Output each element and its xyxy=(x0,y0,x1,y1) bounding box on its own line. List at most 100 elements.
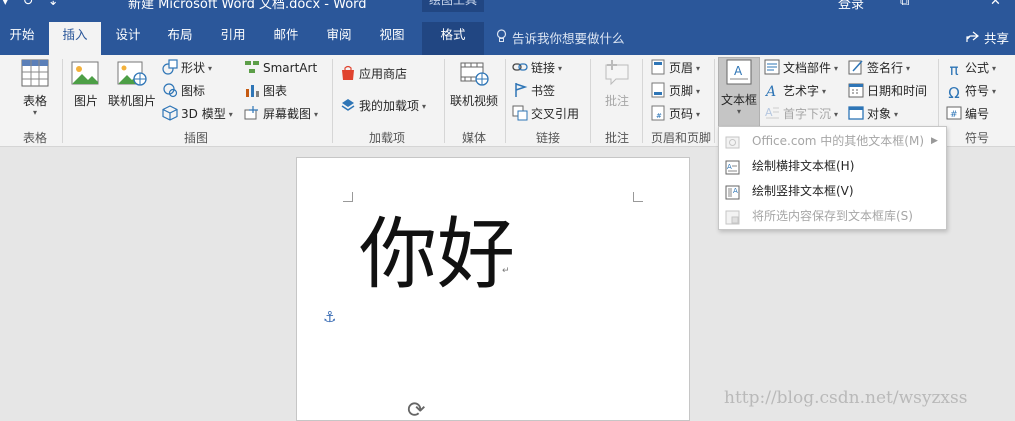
svg-text:#: # xyxy=(656,112,662,120)
bookmark-button[interactable]: 书签 xyxy=(512,81,555,101)
chart-button[interactable]: 图表 xyxy=(244,81,287,101)
margin-corner-mark xyxy=(343,192,353,202)
menu-item-draw-vertical-textbox[interactable]: A 绘制竖排文本框(V) xyxy=(719,179,946,204)
smartart-label: SmartArt xyxy=(263,61,318,75)
smartart-button[interactable]: SmartArt xyxy=(244,58,317,78)
tab-insert[interactable]: 插入 xyxy=(49,22,101,55)
signature-icon xyxy=(848,59,864,75)
chevron-down-icon: ▾ xyxy=(834,110,839,119)
customize-dropdown-icon[interactable]: ▾ xyxy=(2,0,9,9)
menu-item-label: 绘制横排文本框(H) xyxy=(752,159,855,173)
tab-references[interactable]: 引用 xyxy=(211,28,255,55)
tab-view[interactable]: 视图 xyxy=(370,28,414,55)
page-number-button[interactable]: # 页码 ▾ xyxy=(650,104,700,124)
document-text[interactable]: 你好 xyxy=(359,210,515,300)
redo-icon[interactable]: ↻ xyxy=(23,0,34,9)
quick-access-more-icon[interactable]: ⇣ xyxy=(48,0,59,9)
document-page[interactable]: 你好 ↵ ⚓ ⟳ xyxy=(296,157,690,421)
chevron-down-icon: ▾ xyxy=(696,87,701,96)
textbox-button[interactable]: A 文本框 ▾ xyxy=(718,57,760,127)
wordart-button[interactable]: A 艺术字 ▾ xyxy=(764,81,826,101)
icons-icon xyxy=(162,82,178,98)
table-label: 表格 xyxy=(22,94,47,108)
menu-item-more-textboxes[interactable]: Office.com 中的其他文本框(M) ▶ xyxy=(719,129,946,154)
textbox-icon: A xyxy=(719,58,759,89)
online-video-label: 联机视频 xyxy=(449,94,498,108)
quick-parts-button[interactable]: 文档部件 ▾ xyxy=(764,58,838,78)
tab-format[interactable]: 格式 xyxy=(422,22,484,55)
share-button[interactable]: 共享 xyxy=(966,28,1009,47)
group-label-media: 媒体 xyxy=(461,131,486,145)
chevron-down-icon: ▾ xyxy=(314,110,319,119)
footer-button[interactable]: 页脚 ▾ xyxy=(650,81,700,101)
link-button[interactable]: 链接 ▾ xyxy=(512,58,562,78)
numbering-button[interactable]: # 编号 xyxy=(946,104,989,124)
menu-item-draw-horizontal-textbox[interactable]: A 绘制横排文本框(H) xyxy=(719,154,946,179)
cross-reference-label: 交叉引用 xyxy=(531,107,580,121)
calendar-icon xyxy=(848,82,864,98)
drop-cap-button[interactable]: A 首字下沉 ▾ xyxy=(764,104,838,124)
restore-window-icon[interactable]: ⧉ xyxy=(900,0,909,9)
close-window-icon[interactable]: ✕ xyxy=(990,0,1001,9)
header-button[interactable]: 页眉 ▾ xyxy=(650,58,700,78)
tell-me-placeholder: 告诉我你想要做什么 xyxy=(512,31,625,46)
comment-button[interactable]: 批注 xyxy=(598,59,636,109)
chart-label: 图表 xyxy=(263,84,288,98)
picture-label: 图片 xyxy=(73,94,98,108)
group-label-symbols: 符号 xyxy=(964,131,989,145)
symbol-button[interactable]: Ω 符号 ▾ xyxy=(946,81,996,101)
object-button[interactable]: 对象 ▾ xyxy=(848,104,898,124)
comment-label: 批注 xyxy=(604,94,629,108)
drop-cap-icon: A xyxy=(764,105,780,121)
screenshot-button[interactable]: 屏幕截图 ▾ xyxy=(244,104,318,124)
horizontal-textbox-icon: A xyxy=(725,159,740,175)
cross-reference-button[interactable]: 交叉引用 xyxy=(512,104,579,124)
shapes-button[interactable]: 形状 ▾ xyxy=(162,58,212,78)
bookmark-label: 书签 xyxy=(531,84,556,98)
login-link[interactable]: 登录 xyxy=(838,0,864,12)
svg-text:A: A xyxy=(765,106,773,119)
3d-model-button[interactable]: 3D 模型 ▾ xyxy=(162,104,233,124)
tab-mailings[interactable]: 邮件 xyxy=(264,28,308,55)
signature-line-button[interactable]: 签名行 ▾ xyxy=(848,58,910,78)
online-video-button[interactable]: 联机视频 xyxy=(448,59,500,109)
tab-layout[interactable]: 布局 xyxy=(158,28,202,55)
link-label: 链接 xyxy=(531,61,556,75)
icons-button[interactable]: 图标 xyxy=(162,81,205,101)
table-button[interactable]: 表格 ▾ xyxy=(14,59,56,117)
chevron-down-icon: ▾ xyxy=(696,110,701,119)
rotation-handle-icon[interactable]: ⟳ xyxy=(407,398,425,421)
object-icon xyxy=(848,105,864,121)
group-divider xyxy=(642,59,643,143)
picture-button[interactable]: 图片 xyxy=(68,59,104,109)
svg-text:A: A xyxy=(764,84,776,98)
anchor-icon[interactable]: ⚓ xyxy=(323,308,336,326)
menu-item-save-to-gallery[interactable]: 将所选内容保存到文本框库(S) xyxy=(719,204,946,229)
bookmark-icon xyxy=(512,82,528,98)
shapes-icon xyxy=(162,59,178,75)
tab-design[interactable]: 设计 xyxy=(106,28,150,55)
online-picture-button[interactable]: 联机图片 xyxy=(106,59,158,109)
chevron-down-icon: ▾ xyxy=(906,64,911,73)
store-button[interactable]: 应用商店 xyxy=(340,64,407,84)
omega-icon: Ω xyxy=(948,84,960,102)
my-addins-button[interactable]: 我的加载项 ▾ xyxy=(340,96,426,116)
online-picture-label: 联机图片 xyxy=(107,94,156,108)
group-label-header-footer: 页眉和页脚 xyxy=(650,131,711,145)
tab-review[interactable]: 审阅 xyxy=(317,28,361,55)
page-number-label: 页码 xyxy=(669,107,694,121)
object-label: 对象 xyxy=(867,107,892,121)
equation-button[interactable]: π 公式 ▾ xyxy=(946,58,996,78)
symbol-label: 符号 xyxy=(965,84,990,98)
save-selection-icon xyxy=(725,209,740,225)
date-time-button[interactable]: 日期和时间 xyxy=(848,81,927,101)
group-divider xyxy=(444,59,445,143)
drawing-tools-context-label: 绘图工具 xyxy=(422,0,484,12)
footer-label: 页脚 xyxy=(669,84,694,98)
lightbulb-icon xyxy=(496,29,507,46)
quick-parts-icon xyxy=(764,59,780,75)
tab-home[interactable]: 开始 xyxy=(2,28,42,55)
svg-text:A: A xyxy=(733,187,738,195)
equation-label: 公式 xyxy=(965,61,990,75)
tell-me-search[interactable]: 告诉我你想要做什么 xyxy=(496,28,625,47)
